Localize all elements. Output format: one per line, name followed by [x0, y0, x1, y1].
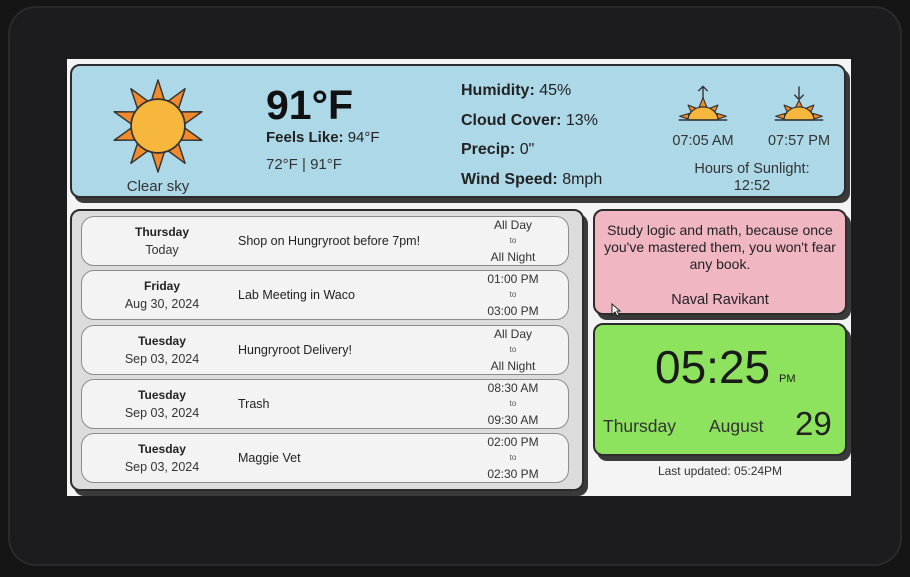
dashboard-screen: Clear sky 91°F Feels Like: 94°F 72°F | 9…	[67, 59, 851, 496]
event-item[interactable]: Tuesday Sep 03, 2024 Maggie Vet 02:00 PM…	[81, 433, 569, 483]
feels-like-value: 94°F	[347, 129, 380, 146]
event-day: Tuesday	[138, 442, 186, 456]
event-end: 09:30 AM	[487, 413, 539, 427]
event-item[interactable]: Thursday Today Shop on Hungryroot before…	[81, 216, 569, 266]
event-item[interactable]: Friday Aug 30, 2024 Lab Meeting in Waco …	[81, 270, 569, 320]
wind-speed-row: Wind Speed: 8mph	[461, 165, 602, 195]
event-title: Maggie Vet	[238, 451, 301, 465]
event-date: Today	[145, 243, 179, 257]
current-temperature: 91°F	[266, 82, 354, 128]
mouse-cursor-icon	[611, 303, 621, 317]
cloud-cover-row: Cloud Cover: 13%	[461, 106, 602, 136]
event-to: to	[509, 290, 517, 299]
event-day: Tuesday	[138, 334, 186, 348]
events-panel: Thursday Today Shop on Hungryroot before…	[70, 209, 584, 491]
quote-panel: Study logic and math, because once you'v…	[593, 209, 847, 317]
event-title: Trash	[238, 397, 270, 411]
wind-speed-label: Wind Speed:	[461, 170, 558, 188]
clock-panel: 05:25 PM Thursday August 29	[593, 323, 847, 456]
humidity-value: 45%	[539, 82, 572, 99]
weather-stats: Humidity: 45% Cloud Cover: 13% Precip: 0…	[461, 76, 602, 194]
sunlight-value: 12:52	[733, 178, 771, 194]
hours-of-sunlight: Hours of Sunlight: 12:52	[682, 161, 822, 195]
clock-date: 29	[795, 405, 832, 442]
clock-ampm: PM	[779, 373, 796, 385]
event-end: 02:30 PM	[487, 467, 539, 481]
event-to: to	[509, 399, 517, 408]
event-end: All Night	[490, 359, 536, 373]
precip-label: Precip:	[461, 141, 516, 158]
cloud-cover-label: Cloud Cover:	[461, 111, 562, 129]
precip-value: 0"	[519, 141, 535, 158]
event-date: Sep 03, 2024	[124, 406, 200, 420]
precip-row: Precip: 0"	[461, 135, 602, 165]
weather-panel: Clear sky 91°F Feels Like: 94°F 72°F | 9…	[70, 64, 846, 198]
clock-month: August	[709, 416, 764, 436]
temp-range: 72°F | 91°F	[266, 156, 342, 173]
event-day: Thursday	[134, 225, 189, 239]
event-title: Hungryroot Delivery!	[238, 343, 352, 357]
sunlight-label: Hours of Sunlight:	[694, 161, 810, 177]
event-date: Sep 03, 2024	[124, 460, 200, 474]
event-day: Friday	[143, 279, 180, 293]
event-end: 03:00 PM	[487, 304, 539, 318]
event-date: Aug 30, 2024	[124, 297, 200, 311]
event-date: Sep 03, 2024	[124, 352, 200, 366]
quote-author: Naval Ravikant	[671, 292, 769, 308]
clock-weekday: Thursday	[603, 416, 676, 436]
sunrise-icon	[678, 85, 728, 121]
last-updated: Last updated: 05:24PM	[657, 464, 783, 478]
sun-icon	[113, 79, 203, 173]
event-item[interactable]: Tuesday Sep 03, 2024 Hungryroot Delivery…	[81, 325, 569, 375]
humidity-label: Humidity:	[461, 82, 535, 99]
wind-speed-value: 8mph	[562, 170, 603, 188]
cloud-cover-value: 13%	[565, 111, 598, 129]
weather-condition: Clear sky	[126, 178, 190, 195]
sunrise-time: 07:05 AM	[672, 133, 734, 149]
sunset-time: 07:57 PM	[767, 133, 831, 149]
event-title: Lab Meeting in Waco	[238, 288, 355, 302]
feels-like-label: Feels Like:	[266, 129, 344, 146]
event-day: Tuesday	[138, 388, 186, 402]
event-to: to	[509, 453, 517, 462]
event-start: All Day	[493, 218, 532, 232]
event-title: Shop on Hungryroot before 7pm!	[238, 234, 421, 248]
event-start: 01:00 PM	[487, 272, 539, 286]
event-start: 02:00 PM	[487, 435, 539, 449]
event-start: 08:30 AM	[487, 381, 539, 395]
clock-time: 05:25	[655, 341, 771, 393]
quote-text: Study logic and math, because once you'v…	[604, 222, 836, 272]
feels-like: Feels Like: 94°F	[266, 129, 380, 146]
event-start: All Day	[493, 327, 532, 341]
event-end: All Night	[490, 250, 536, 264]
humidity-row: Humidity: 45%	[461, 76, 602, 106]
event-to: to	[509, 345, 517, 354]
event-to: to	[509, 236, 517, 245]
event-item[interactable]: Tuesday Sep 03, 2024 Trash 08:30 AM to 0…	[81, 379, 569, 429]
sunset-icon	[774, 86, 824, 121]
